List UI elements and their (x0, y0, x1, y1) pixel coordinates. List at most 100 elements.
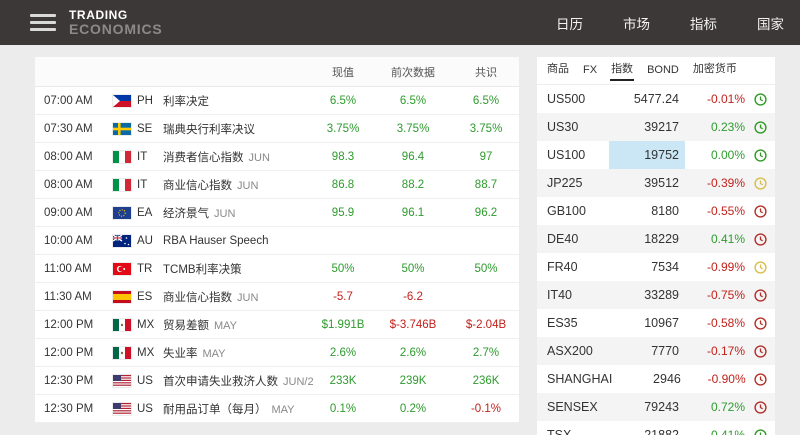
country-cell: SE (113, 122, 163, 135)
event-reference-period: JUN (237, 179, 259, 192)
market-symbol: SENSEX (547, 400, 598, 414)
market-change-percent: 0.23% (710, 120, 745, 134)
tab-indices[interactable]: 指数 (610, 60, 635, 81)
actual-value: 50% (331, 262, 355, 275)
tab-crypto[interactable]: 加密货币 (693, 60, 737, 79)
market-change-percent: -0.55% (706, 204, 745, 218)
logo-line2: ECONOMICS (69, 21, 163, 37)
calendar-event-row[interactable]: 10:00 AM AU RBA Hauser Speech (35, 227, 519, 255)
flag-it-icon (113, 150, 131, 163)
market-symbol: SHANGHAI (547, 372, 613, 386)
flag-ea-icon (113, 206, 131, 219)
consensus-value: $-2.04B (465, 318, 507, 331)
country-code: AU (137, 234, 153, 247)
market-change-percent: -0.99% (706, 260, 745, 274)
previous-value: 6.5% (399, 94, 427, 107)
event-reference-period: JUN/22 (283, 375, 313, 388)
market-price: 7770 (651, 344, 679, 358)
flag-mx-icon (113, 318, 131, 331)
market-row-jp225[interactable]: JP225 39512 -0.39% (537, 169, 775, 197)
market-price: 39512 (644, 176, 679, 190)
market-status-clock-icon (745, 92, 775, 106)
nav-item-indicators[interactable]: 指标 (690, 13, 717, 33)
country-code: ES (137, 290, 153, 303)
country-cell: TR (113, 262, 163, 275)
event-reference-period: MAY (202, 347, 226, 360)
previous-value: 239K (399, 374, 427, 387)
market-price: 18229 (644, 232, 679, 246)
calendar-event-row[interactable]: 08:00 AM IT 商业信心指数 JUN 86.8 88.2 88.7 (35, 171, 519, 199)
country-code: IT (137, 150, 148, 163)
market-change-percent: -0.75% (706, 288, 745, 302)
nav-item-countries[interactable]: 国家 (757, 13, 784, 33)
calendar-event-row[interactable]: 11:00 AM TR TCMB利率决策 50% 50% 50% (35, 255, 519, 283)
previous-value: 96.4 (401, 150, 425, 163)
calendar-event-row[interactable]: 07:00 AM PH 利率决定 6.5% 6.5% 6.5% (35, 87, 519, 115)
flag-es-icon (113, 290, 131, 303)
market-row-asx200[interactable]: ASX200 7770 -0.17% (537, 337, 775, 365)
hamburger-menu-icon[interactable] (30, 10, 56, 35)
previous-value: 50% (401, 262, 425, 275)
actual-value: 86.8 (331, 178, 355, 191)
calendar-event-row[interactable]: 12:30 PM US 耐用品订单（每月） MAY 0.1% 0.2% -0.1% (35, 395, 519, 423)
main-navigation: 日历 市场 指标 国家 (556, 13, 784, 33)
market-status-clock-icon (745, 316, 775, 330)
market-row-tsx[interactable]: TSX 21882 0.41% (537, 421, 775, 435)
consensus-value: 2.7% (472, 346, 500, 359)
calendar-panel: 现值 前次数据 共识 07:00 AM PH 利率决定 6.5% 6.5% 6.5% 07:… (35, 57, 519, 423)
market-row-us30[interactable]: US30 39217 0.23% (537, 113, 775, 141)
event-name: 首次申请失业救济人数JUN/22 (163, 373, 313, 389)
market-status-clock-icon (745, 232, 775, 246)
country-code: EA (137, 206, 153, 219)
actual-value: -5.7 (333, 290, 353, 303)
event-name: 耐用品订单（每月） MAY (163, 403, 295, 416)
country-code: MX (137, 346, 155, 359)
market-price: 19752 (609, 141, 685, 169)
trading-economics-logo[interactable]: TRADING ECONOMICS (69, 9, 163, 36)
country-code: US (137, 374, 153, 387)
calendar-event-row[interactable]: 12:00 PM MX 贸易差额 MAY $1.991B $-3.746B $-2.04B (35, 311, 519, 339)
consensus-value: 96.2 (474, 206, 498, 219)
calendar-event-row[interactable]: 08:00 AM IT 消费者信心指数 JUN 98.3 96.4 97 (35, 143, 519, 171)
market-row-de40[interactable]: DE40 18229 0.41% (537, 225, 775, 253)
market-row-it40[interactable]: IT40 33289 -0.75% (537, 281, 775, 309)
market-status-clock-icon (745, 344, 775, 358)
market-change-percent: 0.72% (710, 400, 745, 414)
nav-item-markets[interactable]: 市场 (623, 13, 650, 33)
market-row-gb100[interactable]: GB100 8180 -0.55% (537, 197, 775, 225)
market-row-sensex[interactable]: SENSEX 79243 0.72% (537, 393, 775, 421)
country-code: TR (137, 262, 153, 275)
event-name: 商业信心指数 JUN (163, 179, 259, 192)
market-row-us500[interactable]: US500 5477.24 -0.01% (537, 85, 775, 113)
market-row-shanghai[interactable]: SHANGHAI 2946 -0.90% (537, 365, 775, 393)
flag-ph-icon (113, 94, 131, 107)
market-price: 7534 (651, 260, 679, 274)
previous-value: 2.6% (399, 346, 427, 359)
market-status-clock-icon (745, 260, 775, 274)
nav-item-calendar[interactable]: 日历 (556, 13, 583, 33)
tab-fx[interactable]: FX (583, 64, 597, 79)
market-status-clock-icon (745, 176, 775, 190)
consensus-value: 88.7 (474, 178, 498, 191)
tab-bond[interactable]: BOND (647, 64, 679, 79)
market-change-percent: -0.39% (706, 176, 745, 190)
calendar-event-row[interactable]: 07:30 AM SE 瑞典央行利率决议 3.75% 3.75% 3.75% (35, 115, 519, 143)
calendar-event-row[interactable]: 12:30 PM US 首次申请失业救济人数JUN/22 233K 239K 236K (35, 367, 519, 395)
event-reference-period: JUN (237, 291, 259, 304)
market-price: 10967 (644, 316, 679, 330)
column-header-previous: 前次数据 (391, 66, 435, 79)
tab-commodities[interactable]: 商品 (547, 60, 569, 79)
market-status-clock-icon (745, 428, 775, 435)
event-time: 12:30 PM (44, 374, 94, 387)
market-symbol: FR40 (547, 260, 578, 274)
event-time: 12:00 PM (44, 318, 94, 331)
calendar-event-row[interactable]: 12:00 PM MX 失业率 MAY 2.6% 2.6% 2.7% (35, 339, 519, 367)
market-row-es35[interactable]: ES35 10967 -0.58% (537, 309, 775, 337)
consensus-value: 3.75% (469, 122, 503, 135)
market-change-percent: -0.90% (707, 372, 746, 386)
flag-us-icon (113, 374, 131, 387)
market-row-us100[interactable]: US100 19752 0.00% (537, 141, 775, 169)
market-row-fr40[interactable]: FR40 7534 -0.99% (537, 253, 775, 281)
calendar-event-row[interactable]: 09:00 AM EA 经济景气 JUN 95.9 96.1 96.2 (35, 199, 519, 227)
calendar-event-row[interactable]: 11:30 AM ES 商业信心指数 JUN -5.7 -6.2 (35, 283, 519, 311)
